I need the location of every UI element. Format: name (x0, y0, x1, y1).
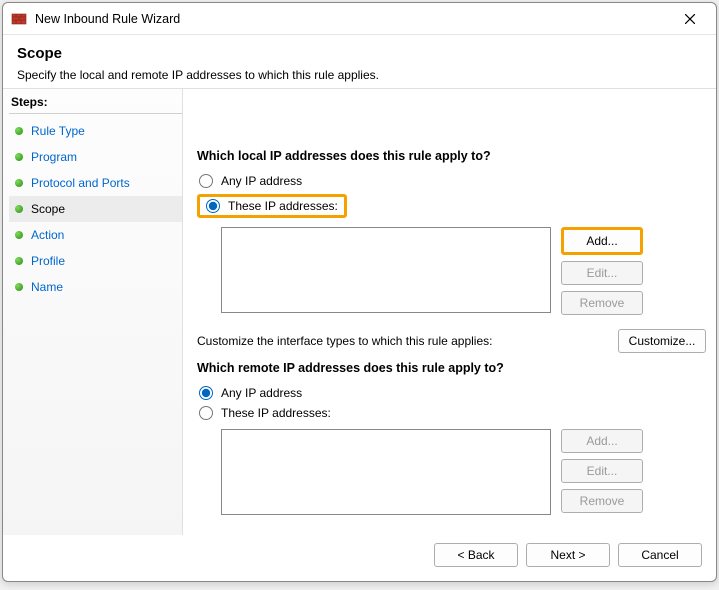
close-button[interactable] (672, 6, 708, 32)
bullet-icon (15, 205, 23, 213)
step-protocol-ports[interactable]: Protocol and Ports (9, 170, 182, 196)
step-label: Rule Type (31, 124, 85, 138)
content-panel: Which local IP addresses does this rule … (183, 89, 716, 535)
local-these-highlight: These IP addresses: (197, 194, 347, 218)
local-ip-row: Add... Edit... Remove (197, 227, 706, 315)
local-radio-any-row: Any IP address (197, 174, 706, 188)
wizard-window: New Inbound Rule Wizard Scope Specify th… (2, 2, 717, 582)
local-radio-any[interactable] (199, 174, 213, 188)
bullet-icon (15, 127, 23, 135)
step-program[interactable]: Program (9, 144, 182, 170)
step-rule-type[interactable]: Rule Type (9, 118, 182, 144)
local-heading: Which local IP addresses does this rule … (197, 149, 706, 163)
step-label: Scope (31, 202, 65, 216)
back-button[interactable]: < Back (434, 543, 518, 567)
remote-heading: Which remote IP addresses does this rule… (197, 361, 706, 375)
local-remove-button: Remove (561, 291, 643, 315)
remote-ip-row: Add... Edit... Remove (197, 429, 706, 515)
remote-radio-any-label[interactable]: Any IP address (221, 386, 302, 400)
step-label: Protocol and Ports (31, 176, 130, 190)
step-label: Action (31, 228, 64, 242)
title-bar: New Inbound Rule Wizard (3, 3, 716, 35)
local-radio-these-label[interactable]: These IP addresses: (228, 199, 338, 213)
bullet-icon (15, 283, 23, 291)
bullet-icon (15, 257, 23, 265)
next-button[interactable]: Next > (526, 543, 610, 567)
remote-radio-these-row: These IP addresses: (197, 406, 706, 420)
remote-remove-button: Remove (561, 489, 643, 513)
customize-button[interactable]: Customize... (618, 329, 706, 353)
local-ip-listbox[interactable] (221, 227, 551, 313)
step-label: Name (31, 280, 63, 294)
step-profile[interactable]: Profile (9, 248, 182, 274)
local-add-button[interactable]: Add... (561, 227, 643, 255)
step-label: Profile (31, 254, 65, 268)
page-subtitle: Specify the local and remote IP addresse… (17, 68, 702, 82)
step-scope[interactable]: Scope (9, 196, 182, 222)
customize-row: Customize the interface types to which t… (197, 329, 706, 353)
remote-radio-any[interactable] (199, 386, 213, 400)
local-radio-these[interactable] (206, 199, 220, 213)
step-label: Program (31, 150, 77, 164)
step-action[interactable]: Action (9, 222, 182, 248)
customize-text: Customize the interface types to which t… (197, 334, 604, 348)
wizard-footer: < Back Next > Cancel (3, 535, 716, 581)
firewall-icon (11, 11, 27, 27)
cancel-button[interactable]: Cancel (618, 543, 702, 567)
remote-radio-these-label[interactable]: These IP addresses: (221, 406, 331, 420)
remote-radio-these[interactable] (199, 406, 213, 420)
page-title: Scope (17, 45, 702, 62)
header-area: Scope Specify the local and remote IP ad… (3, 35, 716, 88)
remote-add-button: Add... (561, 429, 643, 453)
remote-radio-any-row: Any IP address (197, 386, 706, 400)
bullet-icon (15, 153, 23, 161)
step-name[interactable]: Name (9, 274, 182, 300)
remote-ip-listbox[interactable] (221, 429, 551, 515)
steps-sidebar: Steps: Rule Type Program Protocol and Po… (3, 89, 183, 535)
local-ip-buttons: Add... Edit... Remove (561, 227, 643, 315)
remote-ip-buttons: Add... Edit... Remove (561, 429, 643, 513)
body-area: Steps: Rule Type Program Protocol and Po… (3, 88, 716, 535)
window-title: New Inbound Rule Wizard (35, 12, 672, 26)
bullet-icon (15, 231, 23, 239)
local-radio-any-label[interactable]: Any IP address (221, 174, 302, 188)
local-edit-button: Edit... (561, 261, 643, 285)
bullet-icon (15, 179, 23, 187)
steps-title: Steps: (9, 95, 182, 114)
remote-edit-button: Edit... (561, 459, 643, 483)
